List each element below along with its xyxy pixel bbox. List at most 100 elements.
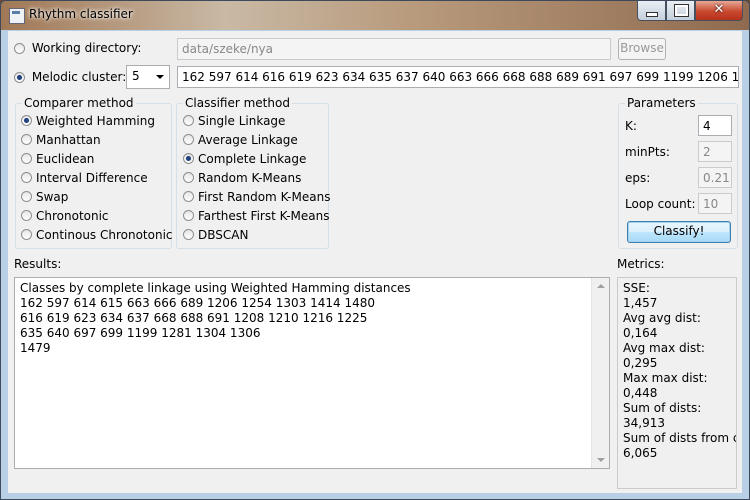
radio-icon[interactable] bbox=[183, 134, 194, 145]
close-icon: ✕ bbox=[713, 2, 725, 17]
metric-line: Max max dist: bbox=[623, 371, 708, 385]
option-label: First Random K-Means bbox=[198, 190, 331, 204]
comparer-option-interval-difference[interactable]: Interval Difference bbox=[21, 171, 148, 185]
classify-button[interactable]: Classify! bbox=[627, 221, 731, 243]
melodic-cluster-option[interactable]: Melodic cluster: bbox=[14, 70, 126, 84]
option-label: DBSCAN bbox=[198, 228, 249, 242]
option-label: Euclidean bbox=[36, 152, 95, 166]
option-label: Swap bbox=[36, 190, 69, 204]
metric-line: 1,457 bbox=[623, 296, 658, 310]
app-window: Rhythm classifier ✕ Working directory: d… bbox=[0, 0, 750, 500]
classifier-option-average-linkage[interactable]: Average Linkage bbox=[183, 133, 298, 147]
comparer-option-manhattan[interactable]: Manhattan bbox=[21, 133, 101, 147]
results-line: Classes by complete linkage using Weight… bbox=[20, 281, 411, 295]
metrics-label: Metrics: bbox=[617, 257, 665, 271]
minimize-button[interactable] bbox=[637, 1, 666, 21]
maximize-button[interactable] bbox=[666, 1, 695, 21]
radio-icon[interactable] bbox=[183, 229, 194, 240]
option-label: Complete Linkage bbox=[198, 152, 307, 166]
chevron-down-icon bbox=[156, 75, 164, 79]
radio-icon[interactable] bbox=[21, 229, 32, 240]
results-label: Results: bbox=[14, 257, 62, 271]
metric-line: Avg max dist: bbox=[623, 341, 705, 355]
window-title: Rhythm classifier bbox=[29, 7, 133, 21]
radio-icon[interactable] bbox=[183, 210, 194, 221]
radio-icon[interactable] bbox=[183, 191, 194, 202]
comparer-method-legend: Comparer method bbox=[22, 96, 136, 110]
option-label: Single Linkage bbox=[198, 114, 286, 128]
option-label: Average Linkage bbox=[198, 133, 298, 147]
radio-icon[interactable] bbox=[183, 153, 194, 164]
metric-line: 6,065 bbox=[623, 446, 658, 460]
comparer-option-chronotonic[interactable]: Chronotonic bbox=[21, 209, 109, 223]
title-bar[interactable]: Rhythm classifier ✕ bbox=[1, 1, 749, 30]
parameters-group: Parameters K: 4 minPts: 2 eps: 0.21 Loop… bbox=[618, 96, 738, 249]
minpts-label: minPts: bbox=[625, 145, 670, 159]
metric-line: 0,295 bbox=[623, 356, 658, 370]
option-label: Manhattan bbox=[36, 133, 101, 147]
working-directory-label: Working directory: bbox=[31, 41, 142, 55]
option-label: Random K-Means bbox=[198, 171, 302, 185]
metric-line: SSE: bbox=[623, 281, 650, 295]
metric-line: Sum of dists: bbox=[623, 401, 702, 415]
comparer-option-continous-chronotonic[interactable]: Continous Chronotonic bbox=[21, 228, 173, 242]
classifier-method-group: Classifier method Single Linkage Average… bbox=[176, 96, 330, 249]
radio-icon[interactable] bbox=[21, 210, 32, 221]
option-label: Weighted Hamming bbox=[36, 114, 155, 128]
minpts-field[interactable]: 2 bbox=[698, 141, 732, 162]
classifier-option-farthest-first-k-means[interactable]: Farthest First K-Means bbox=[183, 209, 330, 223]
radio-icon[interactable] bbox=[21, 134, 32, 145]
option-label: Farthest First K-Means bbox=[198, 209, 330, 223]
client-area: Working directory: data/szeke/nya Browse… bbox=[8, 31, 742, 493]
k-field[interactable]: 4 bbox=[698, 115, 732, 136]
results-text-area[interactable]: Classes by complete linkage using Weight… bbox=[14, 277, 610, 469]
results-line: 1479 bbox=[20, 341, 51, 355]
metric-line: 0,448 bbox=[623, 386, 658, 400]
classifier-method-legend: Classifier method bbox=[183, 96, 292, 110]
option-label: Continous Chronotonic bbox=[36, 228, 173, 242]
comparer-option-swap[interactable]: Swap bbox=[21, 190, 68, 204]
radio-icon[interactable] bbox=[21, 191, 32, 202]
loop-count-field[interactable]: 10 bbox=[698, 193, 732, 214]
results-line: 616 619 623 634 637 668 688 691 1208 121… bbox=[20, 311, 368, 325]
classifier-option-random-k-means[interactable]: Random K-Means bbox=[183, 171, 301, 185]
metrics-panel: SSE: 1,457 Avg avg dist: 0,164 Avg max d… bbox=[617, 277, 737, 489]
melodic-cluster-selected: 5 bbox=[132, 69, 140, 83]
classifier-option-single-linkage[interactable]: Single Linkage bbox=[183, 114, 285, 128]
option-label: Chronotonic bbox=[36, 209, 109, 223]
comparer-option-euclidean[interactable]: Euclidean bbox=[21, 152, 94, 166]
scroll-down-icon[interactable] bbox=[597, 458, 605, 462]
metric-line: Sum of dists from ce bbox=[623, 431, 737, 445]
eps-field[interactable]: 0.21 bbox=[698, 167, 732, 188]
comparer-option-weighted-hamming[interactable]: Weighted Hamming bbox=[21, 114, 155, 128]
classifier-option-complete-linkage[interactable]: Complete Linkage bbox=[183, 152, 306, 166]
melodic-cluster-dropdown[interactable]: 5 bbox=[126, 65, 170, 89]
working-directory-option[interactable]: Working directory: bbox=[14, 41, 141, 55]
browse-button[interactable]: Browse bbox=[618, 38, 666, 60]
results-line: 635 640 697 699 1199 1281 1304 1306 bbox=[20, 326, 261, 340]
radio-icon[interactable] bbox=[21, 153, 32, 164]
parameters-legend: Parameters bbox=[625, 96, 698, 110]
melodic-cluster-members-field[interactable]: 162 597 614 616 619 623 634 635 637 640 … bbox=[177, 66, 739, 88]
eps-label: eps: bbox=[625, 171, 651, 185]
loop-count-label: Loop count: bbox=[625, 197, 696, 211]
radio-icon[interactable] bbox=[183, 172, 194, 183]
metric-line: 34,913 bbox=[623, 416, 665, 430]
working-directory-radio[interactable] bbox=[14, 43, 25, 54]
scroll-up-icon[interactable] bbox=[597, 284, 605, 288]
option-label: Interval Difference bbox=[36, 171, 148, 185]
metric-line: 0,164 bbox=[623, 326, 658, 340]
radio-icon[interactable] bbox=[21, 172, 32, 183]
melodic-cluster-label: Melodic cluster: bbox=[31, 70, 127, 84]
classifier-option-dbscan[interactable]: DBSCAN bbox=[183, 228, 248, 242]
app-icon bbox=[9, 8, 25, 24]
comparer-method-group: Comparer method Weighted Hamming Manhatt… bbox=[15, 96, 173, 249]
close-button[interactable]: ✕ bbox=[695, 1, 743, 21]
metric-line: Avg avg dist: bbox=[623, 311, 701, 325]
classifier-option-first-random-k-means[interactable]: First Random K-Means bbox=[183, 190, 330, 204]
melodic-cluster-radio[interactable] bbox=[14, 72, 25, 83]
working-directory-field[interactable]: data/szeke/nya bbox=[177, 38, 611, 60]
radio-icon[interactable] bbox=[183, 115, 194, 126]
radio-icon[interactable] bbox=[21, 115, 32, 126]
results-scrollbar[interactable] bbox=[591, 278, 609, 468]
